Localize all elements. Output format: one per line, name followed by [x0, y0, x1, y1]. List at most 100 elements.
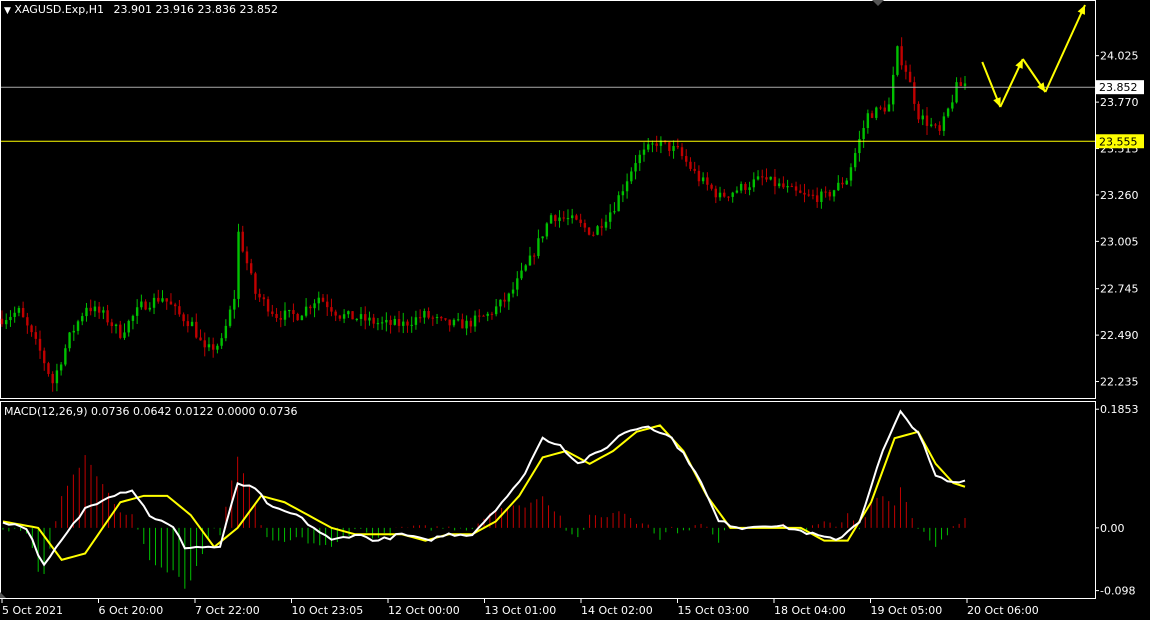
- candle-body: [161, 298, 164, 302]
- candle-body: [440, 317, 443, 319]
- candle-body: [938, 125, 941, 131]
- candle-body: [410, 324, 413, 326]
- candle-body: [220, 338, 223, 346]
- candle-body: [368, 317, 371, 321]
- candle-body: [891, 74, 895, 105]
- candle-body: [828, 191, 832, 197]
- candle-body: [676, 146, 679, 148]
- candle-body: [752, 179, 756, 188]
- time-tick-label: 19 Oct 05:00: [871, 604, 943, 617]
- candle-body: [482, 315, 485, 317]
- candle-body: [714, 188, 718, 198]
- macd-tick-label: -0.098: [1100, 585, 1135, 598]
- candle-body: [152, 297, 156, 308]
- candle-body: [127, 320, 130, 333]
- candle-body: [942, 116, 946, 131]
- candle-body: [494, 306, 498, 315]
- candle-body: [587, 227, 591, 235]
- candle-body: [347, 311, 350, 315]
- candle-body: [706, 177, 709, 185]
- macd-tick-label: 0.00: [1100, 522, 1125, 535]
- candle-body: [64, 348, 67, 365]
- candle-body: [883, 107, 886, 112]
- candle-body: [537, 238, 540, 256]
- candle-body: [203, 340, 206, 348]
- candle-body: [13, 312, 16, 317]
- candle-body: [76, 321, 80, 331]
- candle-body: [173, 304, 177, 307]
- candle-body: [397, 319, 401, 326]
- candle-body: [651, 143, 654, 145]
- candle-body: [634, 163, 637, 172]
- candle-body: [786, 186, 789, 188]
- candle-body: [723, 192, 726, 197]
- candle-body: [359, 314, 363, 319]
- time-tick-label: 20 Oct 06:00: [967, 604, 1039, 617]
- candle-body: [157, 297, 160, 302]
- macd-tick-label: 0.1853: [1100, 403, 1139, 416]
- candle-body: [908, 71, 912, 83]
- candle-body: [85, 307, 88, 317]
- candle-body: [97, 306, 101, 313]
- candle-body: [689, 161, 692, 169]
- candle-body: [794, 186, 798, 191]
- candle-body: [199, 337, 202, 341]
- candle-body: [431, 317, 435, 319]
- candle-body: [72, 330, 76, 333]
- candle-body: [955, 82, 958, 103]
- candle-body: [385, 319, 388, 323]
- candle-body: [528, 255, 532, 266]
- candle-body: [837, 182, 840, 191]
- candle-body: [849, 167, 853, 181]
- candle-body: [300, 315, 304, 321]
- candle-body: [532, 255, 536, 257]
- candle-body: [896, 46, 899, 75]
- candle-body: [9, 316, 12, 321]
- candle-body: [642, 149, 646, 155]
- candle-body: [89, 307, 92, 312]
- candle-body: [887, 104, 891, 112]
- candle-body: [317, 297, 320, 304]
- time-tick-label: 15 Oct 03:00: [678, 604, 750, 617]
- candle-body: [545, 223, 549, 237]
- price-header: ▼ XAGUSD.Exp,H1 23.901 23.916 23.836 23.…: [4, 3, 278, 16]
- candle-body: [165, 298, 168, 302]
- candle-body: [418, 317, 422, 319]
- candle-body: [570, 215, 574, 219]
- candle-body: [469, 320, 473, 327]
- candle-body: [900, 46, 903, 66]
- candle-body: [558, 217, 561, 222]
- dropdown-triangle-icon[interactable]: ▼: [4, 6, 11, 16]
- candle-body: [963, 83, 967, 86]
- candle-body: [478, 315, 481, 317]
- candle-body: [288, 310, 291, 312]
- candle-body: [334, 311, 337, 316]
- candle-body: [566, 218, 570, 220]
- candle-body: [144, 301, 147, 310]
- candle-body: [693, 168, 696, 171]
- candle-body: [777, 183, 781, 187]
- candle-body: [516, 278, 519, 290]
- candle-body: [799, 190, 802, 193]
- candle-body: [355, 318, 358, 320]
- candle-body: [123, 332, 126, 338]
- candle-body: [262, 297, 266, 300]
- candle-body: [507, 293, 511, 302]
- candle-body: [30, 325, 33, 333]
- candle-body: [245, 251, 249, 264]
- candle-body: [490, 313, 494, 315]
- candle-body: [148, 307, 152, 310]
- time-tick-label: 10 Oct 23:05: [292, 604, 364, 617]
- candle-body: [925, 115, 929, 126]
- candle-body: [790, 186, 794, 188]
- chart-canvas: 24.02523.77023.51523.26023.00522.74522.4…: [0, 0, 1144, 617]
- candle-body: [456, 319, 460, 321]
- candle-body: [621, 191, 625, 196]
- candle-body: [951, 102, 954, 109]
- candle-body: [17, 307, 21, 313]
- candle-body: [473, 315, 477, 327]
- candle-body: [638, 154, 641, 164]
- candle-body: [47, 363, 50, 374]
- candle-body: [756, 176, 760, 180]
- macd-label: MACD(12,26,9) 0.0736 0.0642 0.0122 0.000…: [4, 405, 298, 418]
